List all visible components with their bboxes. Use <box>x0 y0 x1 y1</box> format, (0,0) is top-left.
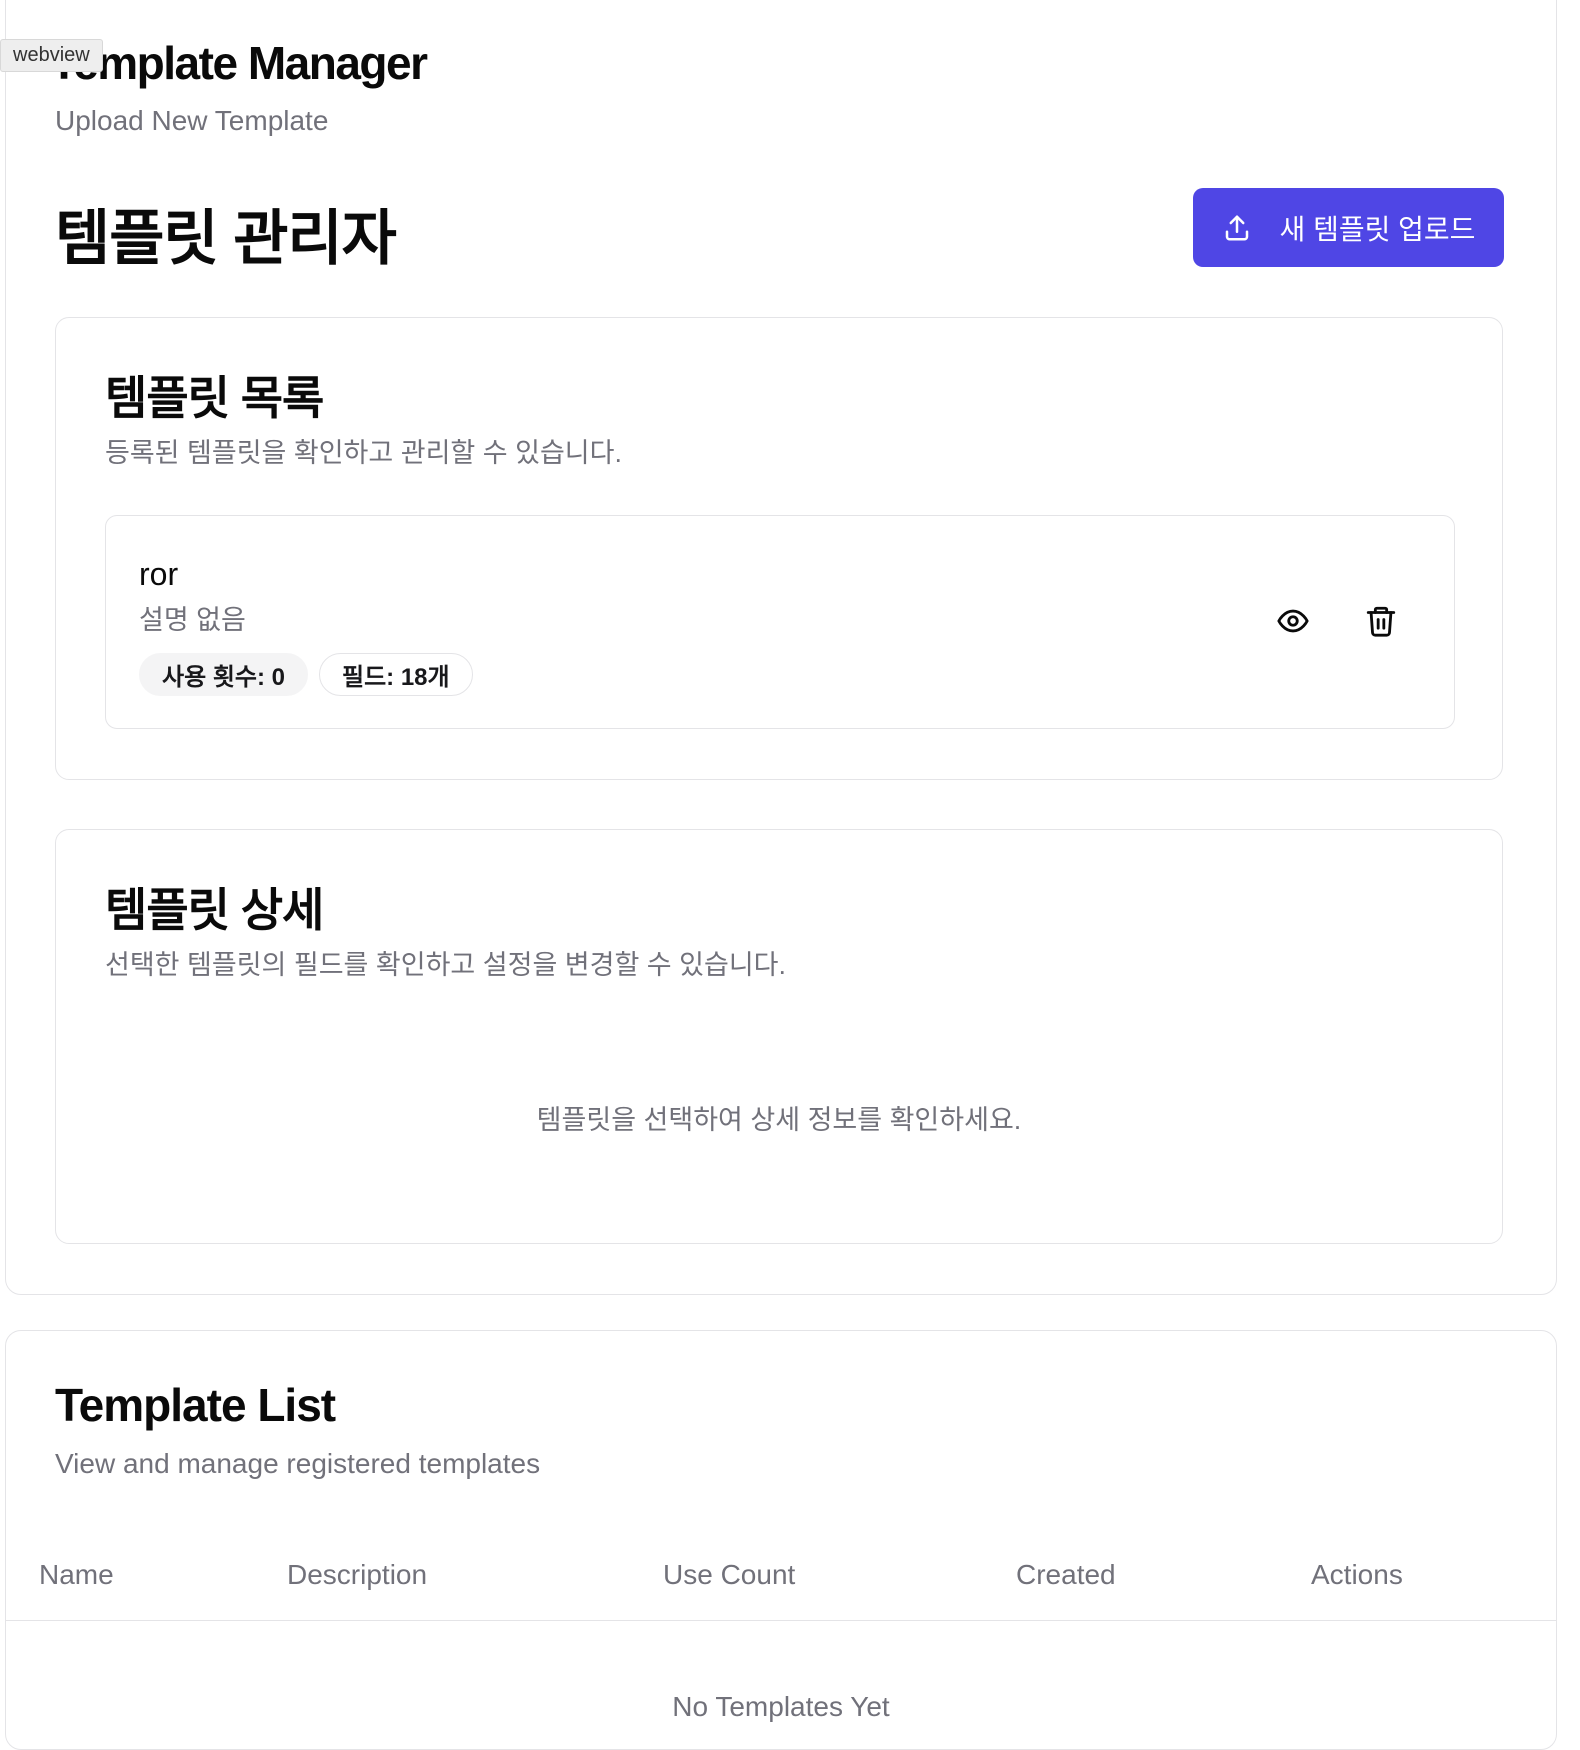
template-detail-card: 템플릿 상세 선택한 템플릿의 필드를 확인하고 설정을 변경할 수 있습니다.… <box>55 829 1503 1244</box>
upload-icon <box>1225 215 1248 240</box>
template-list-title: 템플릿 목록 <box>105 372 324 424</box>
column-header-actions: Actions <box>1311 1559 1403 1590</box>
delete-template-button[interactable] <box>1356 596 1406 646</box>
empty-state-message: No Templates Yet <box>672 1691 890 1722</box>
column-header-name[interactable]: Name <box>39 1559 114 1591</box>
template-list-card: 템플릿 목록 등록된 템플릿을 확인하고 관리할 수 있습니다. ror 설명 … <box>55 317 1503 780</box>
template-item[interactable]: ror 설명 없음 사용 횟수: 0 필드: 18개 <box>105 515 1455 729</box>
trash-icon <box>1366 606 1396 637</box>
template-detail-description: 선택한 템플릿의 필드를 확인하고 설정을 변경할 수 있습니다. <box>105 950 787 980</box>
usage-count-badge: 사용 횟수: 0 <box>139 653 308 696</box>
field-count-badge: 필드: 18개 <box>319 653 473 696</box>
column-header-description[interactable]: Description <box>287 1559 427 1591</box>
webview-label: webview <box>0 39 103 72</box>
eye-icon <box>1277 609 1309 633</box>
template-name: ror <box>139 556 179 592</box>
template-list-section: Template List View and manage registered… <box>5 1330 1557 1750</box>
template-list-section-title: Template List <box>55 1379 336 1431</box>
app-title: Template Manager <box>50 37 428 89</box>
view-template-button[interactable] <box>1268 596 1318 646</box>
template-detail-title: 템플릿 상세 <box>105 884 324 936</box>
column-header-use-count[interactable]: Use Count <box>663 1559 795 1591</box>
template-description: 설명 없음 <box>139 605 246 635</box>
table-header: Name Description Use Count Created Actio… <box>6 1559 1556 1621</box>
upload-button-label: 새 템플릿 업로드 <box>1279 213 1476 245</box>
page-title: 템플릿 관리자 <box>55 205 397 272</box>
app-subtitle: Upload New Template <box>55 105 329 136</box>
upload-template-button[interactable]: 새 템플릿 업로드 <box>1193 188 1504 267</box>
detail-empty-message: 템플릿을 선택하여 상세 정보를 확인하세요. <box>536 1105 1022 1135</box>
column-header-created[interactable]: Created <box>1016 1559 1116 1591</box>
template-list-description: 등록된 템플릿을 확인하고 관리할 수 있습니다. <box>105 438 622 468</box>
template-list-section-description: View and manage registered templates <box>55 1448 541 1479</box>
